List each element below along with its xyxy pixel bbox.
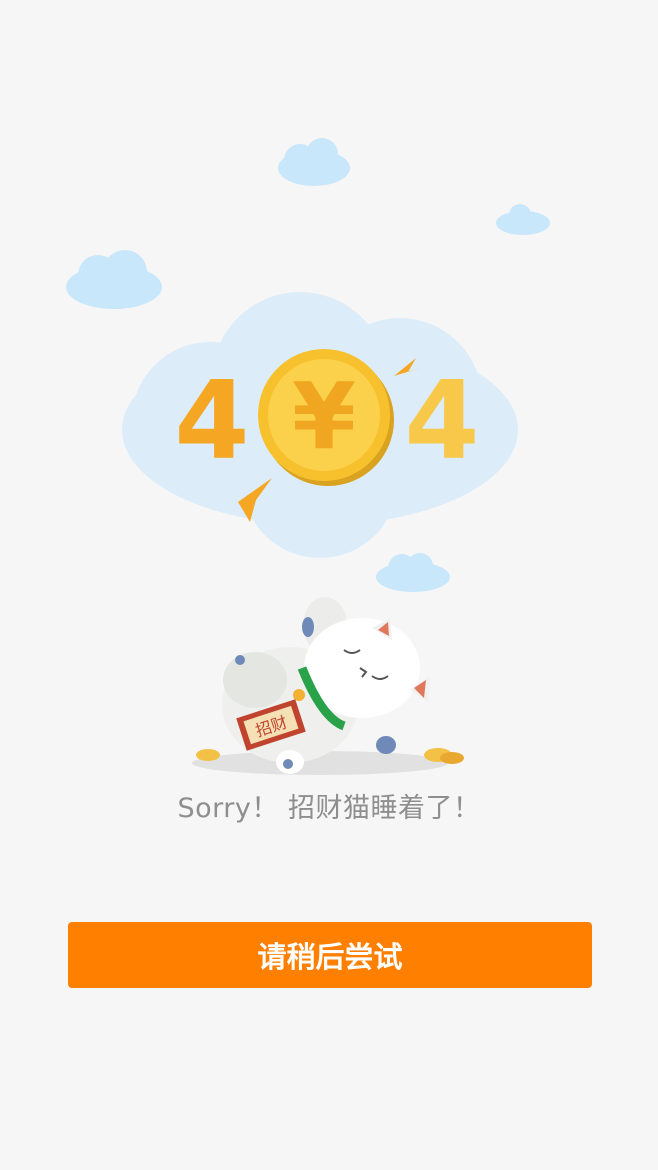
- error-message: Sorry！ 招财猫睡着了！: [177, 793, 481, 824]
- error-404-illustration: 4 4 ¥ 招财: [66, 138, 550, 775]
- coin-symbol: ¥: [292, 363, 356, 470]
- cloud-icon: [376, 553, 450, 592]
- lucky-cat-icon: 招财: [192, 597, 464, 775]
- cloud-icon: [66, 250, 162, 309]
- error-digit-left: 4: [174, 359, 249, 484]
- cloud-icon: [496, 204, 550, 235]
- retry-button[interactable]: 请稍后尝试: [68, 922, 592, 988]
- cloud-icon: [278, 138, 350, 186]
- error-digit-right: 4: [404, 359, 479, 484]
